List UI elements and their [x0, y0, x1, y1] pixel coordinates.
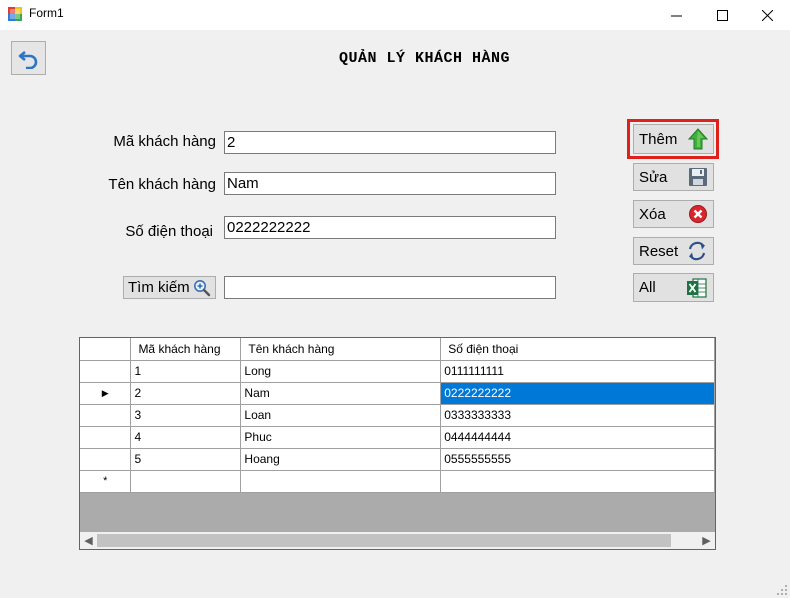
- col-header-ma[interactable]: Mã khách hàng: [130, 338, 242, 361]
- ma-khach-hang-label: Mã khách hàng: [113, 133, 216, 150]
- table-row[interactable]: 5 Hoang 0555555555: [80, 448, 715, 471]
- minimize-button[interactable]: [653, 0, 699, 30]
- cell-new-ten[interactable]: [240, 470, 442, 493]
- ten-khach-hang-label: Tên khách hàng: [108, 176, 216, 193]
- row-header[interactable]: [80, 448, 132, 471]
- title-bar: Form1: [0, 0, 790, 30]
- row-header[interactable]: [80, 426, 132, 449]
- cell-ma[interactable]: 5: [130, 448, 242, 471]
- cell-ten[interactable]: Phuc: [240, 426, 442, 449]
- resize-grip-icon[interactable]: [776, 584, 788, 596]
- search-button[interactable]: Tìm kiếm: [123, 276, 216, 299]
- all-button-label: All: [639, 279, 656, 296]
- cell-ten[interactable]: Long: [240, 360, 442, 383]
- cell-ma[interactable]: 1: [130, 360, 242, 383]
- delete-button-label: Xóa: [639, 205, 666, 223]
- current-row-indicator[interactable]: ▶: [80, 382, 132, 405]
- magnifier-plus-icon: [194, 279, 211, 296]
- excel-icon: [687, 277, 707, 298]
- cell-ten[interactable]: Hoang: [240, 448, 442, 471]
- table-row[interactable]: 1 Long 0111111111: [80, 360, 715, 383]
- table-row[interactable]: 3 Loan 0333333333: [80, 404, 715, 427]
- col-header-ten[interactable]: Tên khách hàng: [240, 338, 442, 361]
- red-x-circle-icon: [689, 205, 707, 223]
- add-button-highlight: [627, 119, 719, 159]
- search-input[interactable]: [224, 276, 556, 299]
- page-title: QUẢN LÝ KHÁCH HÀNG: [338, 50, 511, 67]
- cell-ten[interactable]: Loan: [240, 404, 442, 427]
- reset-button[interactable]: Reset: [633, 237, 714, 265]
- cell-new-ma[interactable]: [130, 470, 242, 493]
- new-row-indicator[interactable]: *: [80, 470, 132, 493]
- delete-button[interactable]: Xóa: [633, 200, 714, 228]
- grid-header-row: Mã khách hàng Tên khách hàng Số điện tho…: [80, 338, 715, 361]
- edit-button-label: Sửa: [639, 168, 668, 186]
- app-icon: [8, 7, 22, 21]
- cell-sdt-selected[interactable]: 0222222222: [440, 382, 715, 405]
- refresh-icon: [688, 241, 706, 261]
- customer-grid[interactable]: Mã khách hàng Tên khách hàng Số điện tho…: [79, 337, 716, 550]
- all-button[interactable]: All: [633, 273, 714, 302]
- cell-ten[interactable]: Nam: [240, 382, 442, 405]
- customer-table: Mã khách hàng Tên khách hàng Số điện tho…: [80, 338, 715, 493]
- close-icon: [761, 9, 773, 21]
- scrollbar-thumb[interactable]: [97, 534, 671, 547]
- search-button-label: Tìm kiếm: [128, 279, 190, 296]
- minimize-icon: [670, 15, 682, 16]
- scroll-right-icon[interactable]: ▶: [698, 532, 715, 549]
- cell-ma[interactable]: 2: [130, 382, 242, 405]
- so-dien-thoai-input[interactable]: 0222222222: [224, 216, 556, 239]
- table-row[interactable]: ▶ 2 Nam 0222222222: [80, 382, 715, 405]
- cell-sdt[interactable]: 0111111111: [440, 360, 715, 383]
- cell-new-sdt[interactable]: [440, 470, 715, 493]
- cell-sdt[interactable]: 0333333333: [440, 404, 715, 427]
- row-header-corner: [80, 338, 132, 361]
- ma-khach-hang-input[interactable]: 2: [224, 131, 556, 154]
- window-title: Form1: [29, 6, 64, 20]
- ten-khach-hang-input[interactable]: Nam: [224, 172, 556, 195]
- reset-button-label: Reset: [639, 242, 679, 260]
- cell-ma[interactable]: 4: [130, 426, 242, 449]
- floppy-disk-icon: [689, 168, 707, 186]
- row-header[interactable]: [80, 360, 132, 383]
- row-header[interactable]: [80, 404, 132, 427]
- so-dien-thoai-label: Số điện thoại: [125, 223, 213, 240]
- cell-sdt[interactable]: 0555555555: [440, 448, 715, 471]
- horizontal-scrollbar[interactable]: ◀ ▶: [80, 532, 715, 549]
- maximize-button[interactable]: [699, 0, 745, 30]
- maximize-icon: [716, 9, 728, 21]
- new-row[interactable]: *: [80, 470, 715, 493]
- scroll-left-icon[interactable]: ◀: [80, 532, 97, 549]
- cell-sdt[interactable]: 0444444444: [440, 426, 715, 449]
- close-window-button[interactable]: [744, 0, 790, 30]
- table-row[interactable]: 4 Phuc 0444444444: [80, 426, 715, 449]
- cell-ma[interactable]: 3: [130, 404, 242, 427]
- edit-button[interactable]: Sửa: [633, 163, 714, 191]
- col-header-sdt[interactable]: Số điện thoại: [440, 338, 715, 361]
